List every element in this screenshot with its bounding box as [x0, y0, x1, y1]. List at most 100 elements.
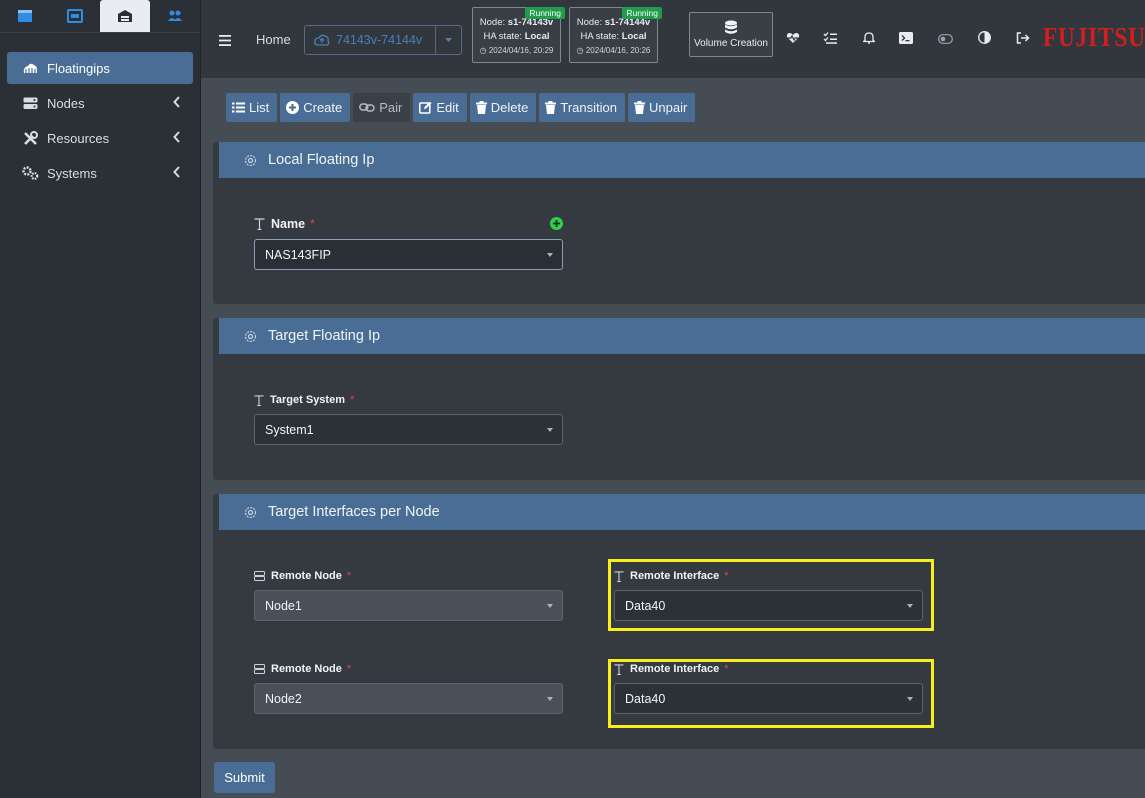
sidebar-tab-users[interactable]	[150, 0, 200, 32]
sidebar-item-systems[interactable]: Systems	[7, 157, 193, 189]
ha-state: Local	[524, 31, 550, 42]
bell-icon[interactable]	[861, 31, 877, 49]
gear-icon	[244, 506, 257, 518]
list-icon	[232, 102, 245, 113]
remote-interface-value: Data40	[625, 598, 666, 613]
chevron-left-icon	[173, 96, 181, 111]
name-select-value: NAS143FIP	[265, 247, 332, 262]
sidebar-tab-window[interactable]	[0, 0, 50, 32]
create-button[interactable]: Create	[280, 93, 351, 122]
required-marker: *	[724, 663, 729, 675]
gear-icon	[244, 330, 257, 342]
name-select[interactable]: NAS143FIP	[254, 239, 563, 270]
remote-interface-select-2[interactable]: Data40	[614, 683, 923, 714]
trash-icon	[475, 101, 487, 114]
remote-node-label-text: Remote Node	[271, 570, 342, 582]
add-icon[interactable]	[550, 217, 563, 230]
remote-node-select-1[interactable]: Node1	[254, 590, 563, 621]
database-icon	[725, 20, 737, 34]
required-marker: *	[346, 663, 352, 675]
sidebar-tab-monitor[interactable]	[50, 0, 100, 32]
ha-state: Local	[621, 31, 647, 42]
list-button[interactable]: List	[226, 93, 278, 122]
gear-icon	[244, 154, 257, 166]
sidebar: Floatingips Nodes Resources Systems	[0, 0, 201, 798]
sidebar-item-nodes[interactable]: Nodes	[7, 87, 193, 119]
pair-button[interactable]: Pair	[353, 93, 411, 122]
submit-button[interactable]: Submit	[214, 762, 275, 793]
heartbeat-icon[interactable]	[786, 31, 800, 49]
status-badge: Running	[525, 7, 565, 19]
caret-down-icon	[547, 697, 553, 701]
pair-button-label: Pair	[379, 100, 403, 115]
remote-interface-select-1[interactable]: Data40	[614, 590, 923, 621]
link-icon	[359, 103, 376, 112]
remote-interface-label: Remote Interface *	[614, 663, 729, 675]
create-button-label: Create	[303, 100, 343, 115]
edit-button[interactable]: Edit	[413, 93, 467, 122]
cluster-select[interactable]: 74143v-74144v	[304, 25, 462, 55]
warehouse-icon	[118, 10, 132, 22]
name-label: Name *	[254, 217, 315, 231]
local-floating-ip-panel: Local Floating Ip Name * NAS143FIP	[213, 142, 1145, 304]
tools-icon	[21, 130, 39, 146]
ha-line: HA state: Local	[570, 30, 657, 44]
status-badge: Running	[622, 7, 662, 19]
edit-button-label: Edit	[436, 100, 459, 115]
unpair-button-label: Unpair	[648, 100, 688, 115]
volume-creation-button[interactable]: Volume Creation	[689, 12, 773, 57]
terminal-icon[interactable]	[899, 31, 913, 49]
sidebar-tab-warehouse[interactable]	[100, 0, 150, 32]
clock-icon: ◷	[479, 46, 489, 55]
panel-title: Target Interfaces per Node	[268, 504, 440, 520]
edit-icon	[419, 101, 432, 114]
remote-interface-label: Remote Interface *	[614, 570, 729, 582]
target-interfaces-panel: Target Interfaces per Node Remote Node * …	[213, 494, 1145, 749]
gears-icon	[21, 166, 39, 180]
timestamp: ◷ 2024/04/16, 20:26	[570, 44, 657, 58]
transition-button[interactable]: Transition	[539, 93, 625, 122]
target-floating-ip-panel: Target Floating Ip Target System * System…	[213, 318, 1145, 480]
volume-creation-label: Volume Creation	[694, 38, 768, 49]
task-list-icon[interactable]	[823, 31, 837, 49]
cluster-select-text: 74143v-74144v	[336, 33, 423, 47]
delete-button[interactable]: Delete	[469, 93, 537, 122]
remote-interface-value: Data40	[625, 691, 666, 706]
ha-line: HA state: Local	[473, 30, 560, 44]
panel-header: Target Interfaces per Node	[219, 494, 1145, 530]
caret-down-icon[interactable]	[435, 26, 461, 54]
remote-node-select-2[interactable]: Node2	[254, 683, 563, 714]
sidebar-item-resources[interactable]: Resources	[7, 122, 193, 154]
clock-icon: ◷	[576, 46, 586, 55]
remote-interface-label-text: Remote Interface	[630, 663, 720, 675]
text-icon	[614, 570, 624, 582]
chevron-left-icon	[173, 131, 181, 146]
hamburger-menu-icon[interactable]	[219, 33, 231, 51]
required-marker: *	[310, 217, 315, 231]
timestamp-text: 2024/04/16, 20:29	[488, 46, 554, 55]
delete-button-label: Delete	[490, 100, 529, 115]
text-icon	[254, 218, 265, 230]
sidebar-nav: Floatingips Nodes Resources Systems	[0, 33, 200, 189]
target-system-select[interactable]: System1	[254, 414, 563, 445]
node-status-card-1[interactable]: Running Node: s1-74143v HA state: Local …	[472, 7, 565, 63]
panel-title: Local Floating Ip	[268, 152, 375, 168]
unpair-button[interactable]: Unpair	[627, 93, 696, 122]
cloud-upload-icon	[314, 34, 330, 46]
sidebar-item-floatingips[interactable]: Floatingips	[7, 52, 193, 84]
server-icon	[21, 97, 39, 110]
target-system-label-text: Target System	[270, 394, 345, 406]
sidebar-item-label: Floatingips	[47, 60, 110, 76]
logout-icon[interactable]	[1016, 31, 1030, 49]
home-link[interactable]: Home	[256, 32, 291, 47]
toggle-icon[interactable]	[938, 31, 953, 49]
required-marker: *	[346, 570, 352, 582]
chevron-left-icon	[173, 166, 181, 181]
server-icon	[254, 571, 265, 581]
node-status-card-2[interactable]: Running Node: s1-74144v HA state: Local …	[569, 7, 662, 63]
plus-circle-icon	[286, 101, 300, 114]
timestamp-text: 2024/04/16, 20:26	[585, 46, 651, 55]
contrast-icon[interactable]	[978, 31, 991, 49]
sidebar-item-label: Nodes	[47, 95, 85, 111]
transition-button-label: Transition	[560, 100, 617, 115]
